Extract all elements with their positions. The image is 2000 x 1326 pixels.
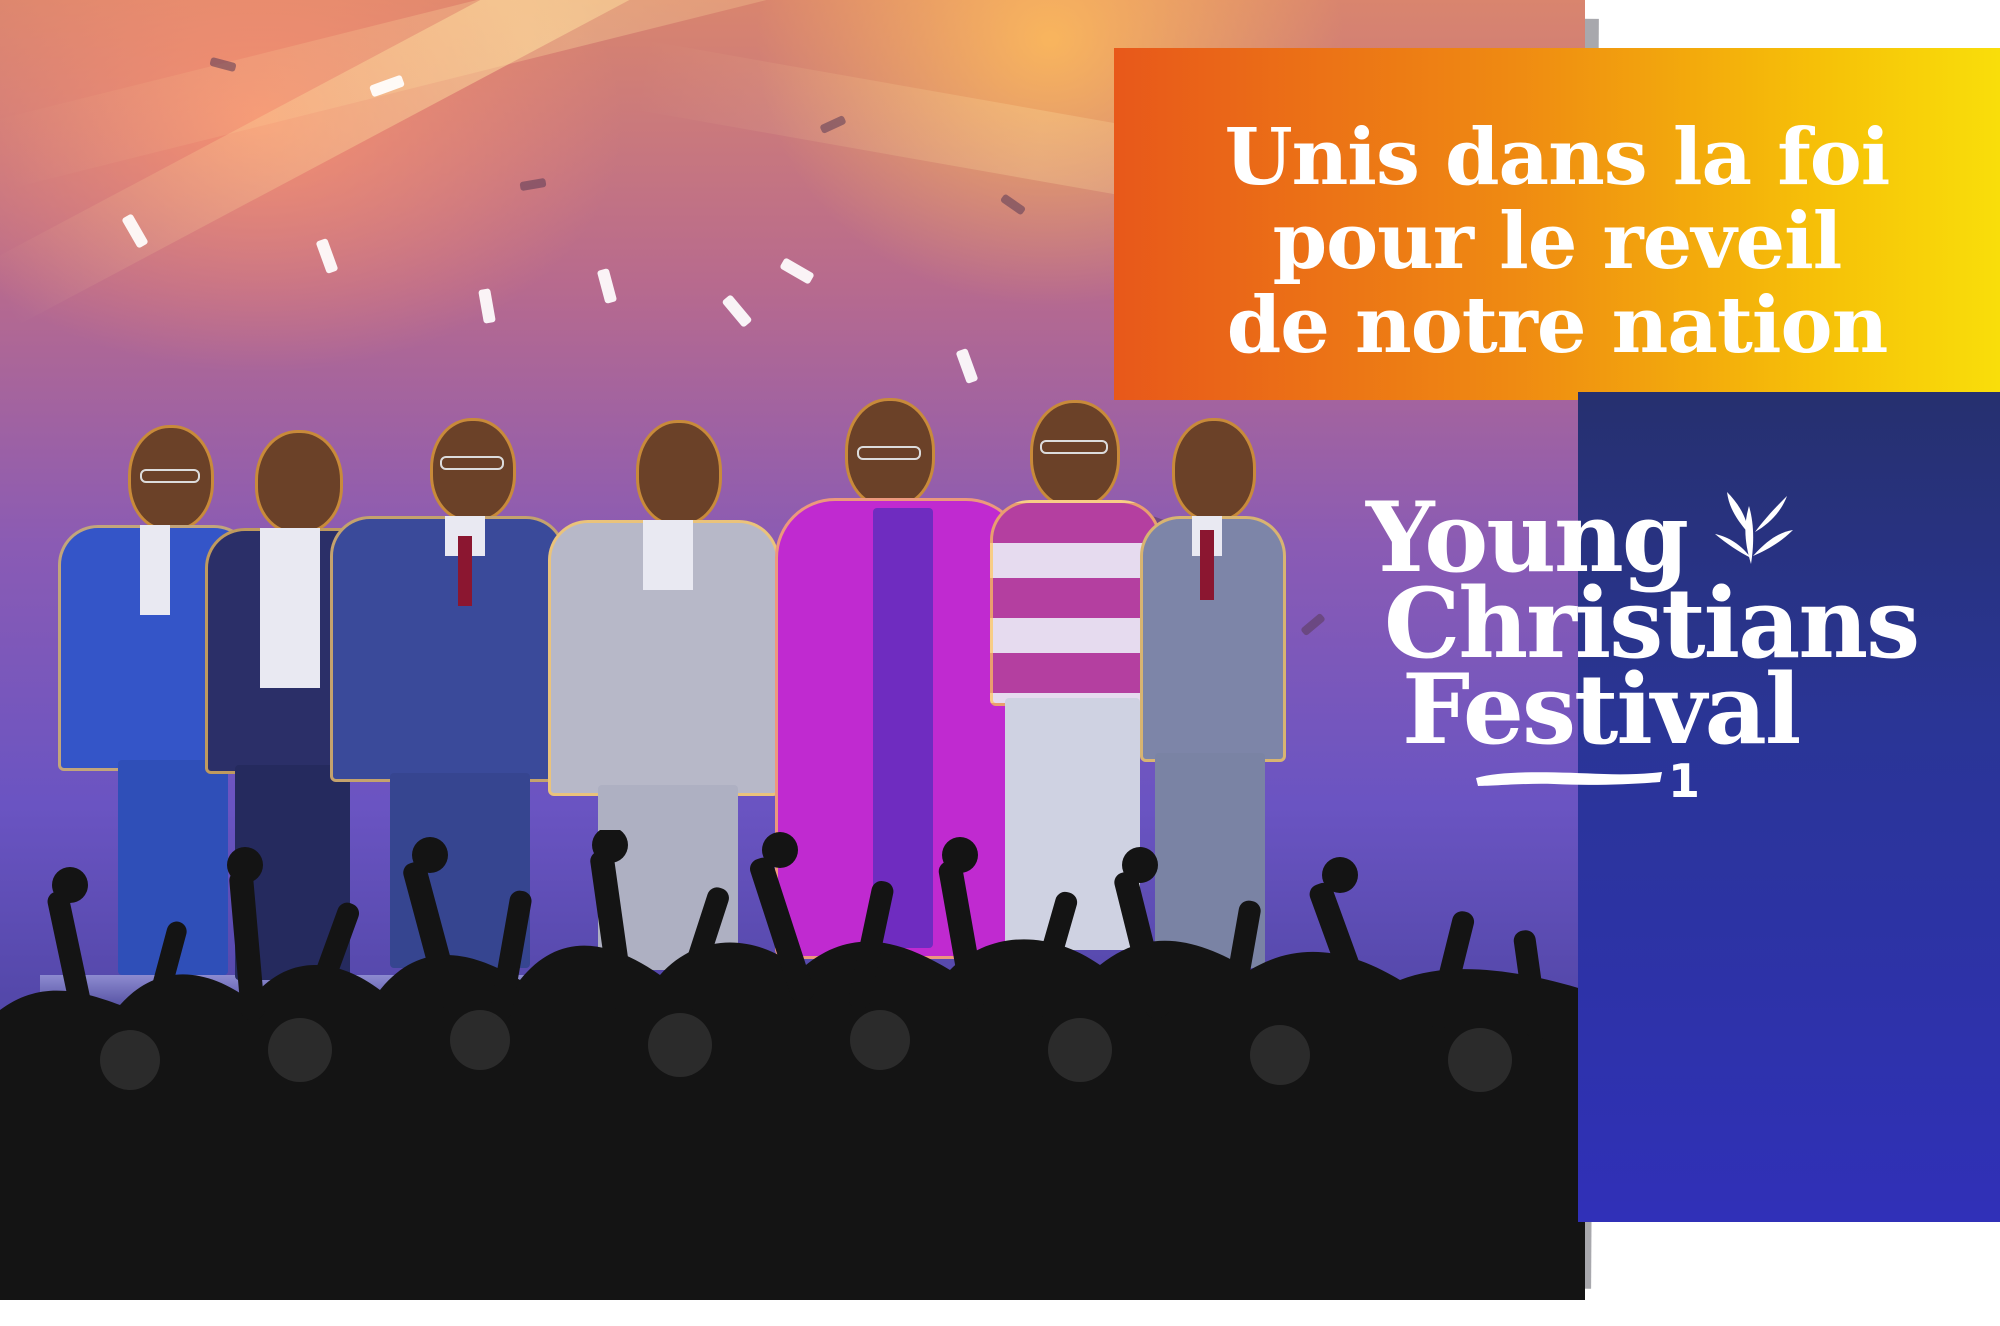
festival-logo: Young Christians Festival 1 xyxy=(1366,490,1996,830)
logo-word-festival: Festival xyxy=(1402,653,1801,766)
leaf-icon xyxy=(1715,492,1793,564)
confetti xyxy=(721,294,753,328)
headline-line: pour le reveil xyxy=(1272,196,1843,287)
headline-banner: Unis dans la foi pour le reveil de notre… xyxy=(1114,48,2000,400)
headline-line: de notre nation xyxy=(1226,280,1889,371)
confetti xyxy=(315,237,339,275)
headline-line: Unis dans la foi xyxy=(1224,112,1891,203)
confetti xyxy=(519,177,547,192)
confetti xyxy=(596,268,618,304)
confetti xyxy=(478,288,496,324)
edition-number: 1 xyxy=(1668,754,1701,808)
confetti xyxy=(955,347,979,385)
festival-poster: Unis dans la foi pour le reveil de notre… xyxy=(0,0,2000,1326)
confetti xyxy=(999,193,1027,216)
confetti xyxy=(779,257,815,285)
confetti xyxy=(1300,612,1326,637)
brush-stroke-underline xyxy=(1476,772,1662,786)
headline: Unis dans la foi pour le reveil de notre… xyxy=(1114,116,2000,368)
crowd-silhouette xyxy=(0,830,1585,1300)
